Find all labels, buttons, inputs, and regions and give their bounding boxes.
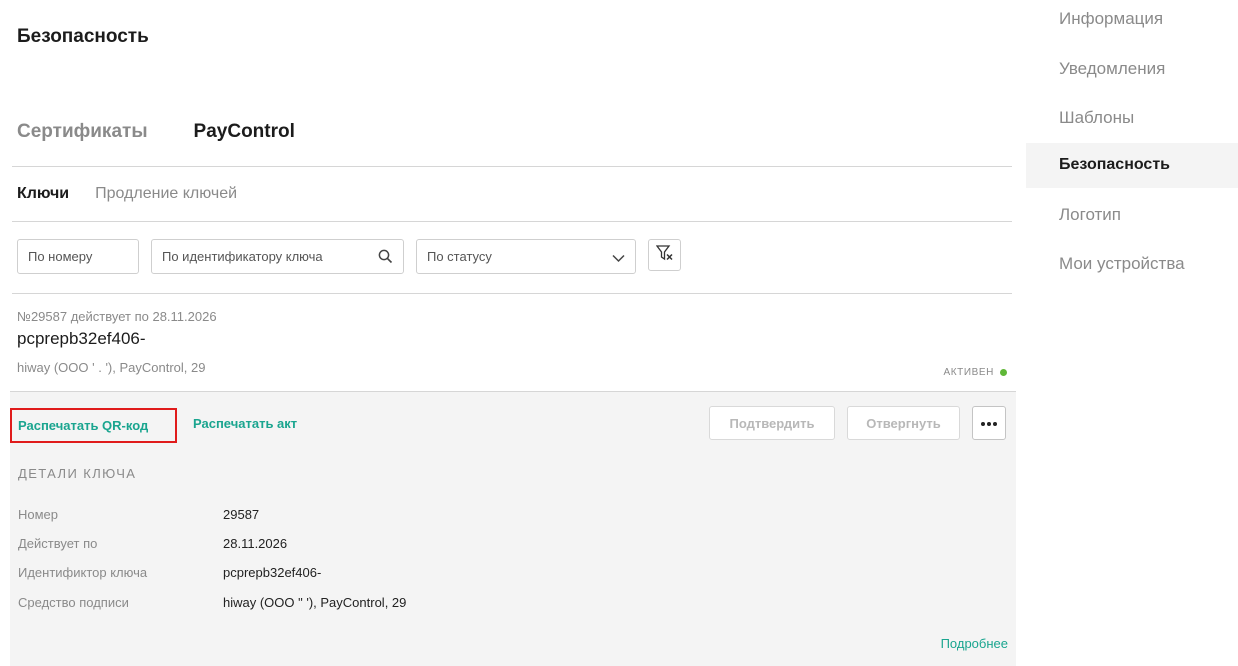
tab-bar: Сертификаты PayControl <box>17 121 295 143</box>
filter-reset-icon <box>655 244 674 267</box>
status-badge: АКТИВЕН <box>943 367 1007 378</box>
key-subtitle: №29587 действует по 28.11.2026 <box>17 309 217 324</box>
sidebar-item-logo[interactable]: Логотип <box>1059 205 1121 225</box>
sidebar-item-templates[interactable]: Шаблоны <box>1059 108 1134 128</box>
sidebar-item-security[interactable]: Безопасность <box>1059 156 1170 174</box>
detail-value: 29587 <box>223 507 260 522</box>
search-icon <box>378 249 393 267</box>
status-label: АКТИВЕН <box>943 367 994 378</box>
settings-sidebar: Информация Уведомления Шаблоны Безопасно… <box>1026 0 1238 666</box>
main-content: Безопасность Сертификаты PayControl Ключ… <box>0 0 1025 666</box>
reject-button[interactable]: Отвергнуть <box>847 406 960 440</box>
filter-by-key-id[interactable]: По идентификатору ключа <box>151 239 404 274</box>
filter-by-number-label: По номеру <box>28 249 93 264</box>
page-title: Безопасность <box>17 26 149 47</box>
more-options-icon <box>980 414 998 432</box>
key-identifier: pcprepb32ef406- <box>17 329 146 348</box>
detail-value: 28.11.2026 <box>223 536 288 551</box>
detail-label: Средство подписи <box>18 595 129 610</box>
print-act-link[interactable]: Распечатать акт <box>193 416 297 431</box>
confirm-button[interactable]: Подтвердить <box>709 406 835 440</box>
chevron-down-icon <box>612 251 625 266</box>
status-dot-icon <box>1000 369 1007 376</box>
filter-reset-button[interactable] <box>648 239 681 271</box>
tab-paycontrol[interactable]: PayControl <box>194 121 295 143</box>
divider <box>12 166 1012 167</box>
key-details-panel: Распечатать QR-код Распечатать акт Подтв… <box>10 391 1016 666</box>
detail-label: Действует по <box>18 536 98 551</box>
tab-certificates[interactable]: Сертификаты <box>17 121 148 143</box>
filter-by-key-id-label: По идентификатору ключа <box>162 249 323 264</box>
detail-value: hiway (ООО " '), PayControl, 29 <box>223 595 407 610</box>
filter-by-status-label: По статусу <box>427 249 492 264</box>
sidebar-item-notifications[interactable]: Уведомления <box>1059 59 1165 79</box>
key-signature: hiway (ООО ' . '), PayControl, 29 <box>17 360 206 375</box>
divider <box>12 221 1012 222</box>
more-options-button[interactable] <box>972 406 1006 440</box>
sidebar-item-my-devices[interactable]: Мои устройства <box>1059 254 1185 274</box>
more-details-link[interactable]: Подробнее <box>941 636 1008 651</box>
detail-label: Номер <box>18 507 59 522</box>
filter-by-number[interactable]: По номеру <box>17 239 139 274</box>
detail-label: Идентификтор ключа <box>18 565 148 580</box>
print-qr-link-highlight: Распечатать QR-код <box>10 408 177 443</box>
subtab-bar: Ключи Продление ключей <box>17 185 237 203</box>
subtab-keys[interactable]: Ключи <box>17 185 69 203</box>
detail-value: pcprepb32ef406- <box>223 565 322 580</box>
subtab-key-renewal[interactable]: Продление ключей <box>95 185 237 203</box>
sidebar-item-information[interactable]: Информация <box>1059 9 1163 29</box>
divider <box>12 293 1012 294</box>
details-title: ДЕТАЛИ КЛЮЧА <box>18 466 137 481</box>
print-qr-link[interactable]: Распечатать QR-код <box>18 418 148 433</box>
filter-by-status[interactable]: По статусу <box>416 239 636 274</box>
